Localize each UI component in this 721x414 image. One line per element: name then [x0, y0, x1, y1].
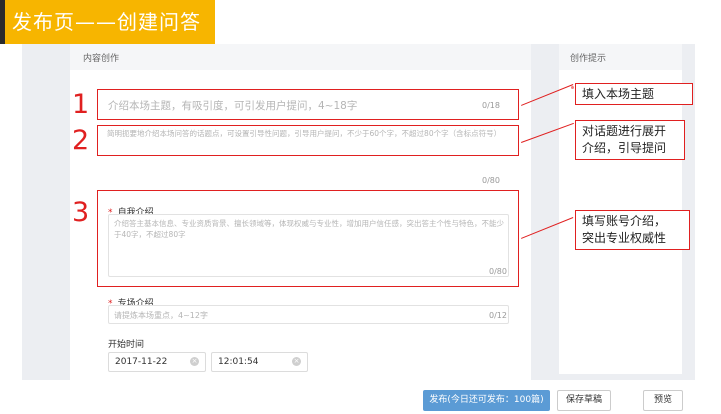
callout-description-line2: 介绍，引导提问 — [582, 141, 667, 155]
callout-topic-text: 填入本场主题 — [582, 87, 655, 101]
callout-self-intro-line1: 填写账号介绍， — [582, 214, 667, 228]
callout-description-line1: 对话题进行展开 — [582, 124, 667, 138]
tips-panel-title: 创作提示 — [570, 54, 607, 64]
self-intro-placeholder: 介绍答主基本信息、专业资质背景、擅长领域等，体现权威与专业性，增加用户信任感，突… — [114, 219, 504, 239]
content-panel-title: 内容创作 — [83, 54, 120, 64]
topic-intro-counter: 0/12 — [489, 311, 507, 320]
topic-counter: 0/18 — [482, 101, 500, 110]
preview-button[interactable]: 预览 — [643, 390, 683, 411]
description-input[interactable]: 简明扼要地介绍本场问答的话题点，可设置引导性问题，引导用户提问，不少于60个字，… — [107, 128, 502, 139]
content-panel-header — [70, 44, 531, 70]
step-number-2: 2 — [72, 125, 90, 156]
step-number-1: 1 — [72, 89, 90, 120]
callout-description: 对话题进行展开 介绍，引导提问 — [575, 120, 685, 160]
page-title: 发布页——创建问答 — [12, 10, 201, 34]
save-draft-button[interactable]: 保存草稿 — [557, 390, 611, 411]
description-counter: 0/80 — [482, 176, 500, 185]
callout-self-intro-line2: 突出专业权威性 — [582, 231, 667, 245]
start-time-label: 开始时间 — [108, 340, 145, 350]
step-number-3: 3 — [72, 197, 90, 228]
clear-icon[interactable]: × — [292, 357, 301, 366]
topic-intro-placeholder: 请提炼本场重点，4~12字 — [114, 311, 208, 320]
start-time-value: 12:01:54 — [218, 357, 259, 367]
clear-icon[interactable]: × — [190, 357, 199, 366]
topic-input[interactable]: 介绍本场主题，有吸引度，可引发用户提问，4~18字 — [108, 98, 357, 113]
start-date-value: 2017-11-22 — [115, 357, 168, 367]
callout-self-intro: 填写账号介绍， 突出专业权威性 — [575, 210, 690, 250]
self-intro-counter: 0/80 — [489, 267, 507, 276]
publish-button[interactable]: 发布(今日还可发布：100篇) — [423, 390, 550, 411]
tip-marker — [571, 86, 574, 89]
title-stripe — [0, 0, 5, 44]
callout-topic: 填入本场主题 — [575, 83, 693, 105]
